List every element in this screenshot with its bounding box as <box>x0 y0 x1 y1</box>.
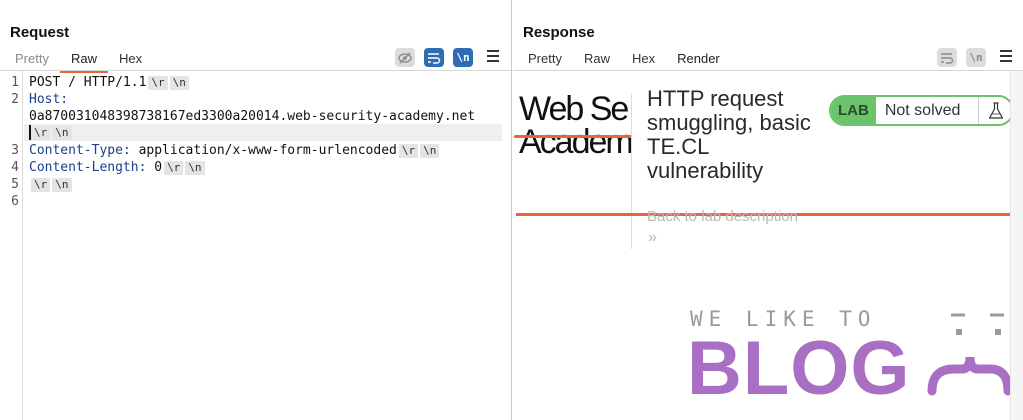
lab-status-text: Not solved <box>884 101 961 119</box>
response-show-newlines-button[interactable]: \n <box>966 48 986 67</box>
request-line-4[interactable]: Content-Length: 0 \r \n <box>29 160 205 175</box>
line-number: 3 <box>11 143 19 158</box>
burp-repeater-window: Request Pretty Raw Hex \n 1 2 3 4 5 6 PO… <box>0 0 1023 420</box>
request-line-5[interactable]: \r \n <box>29 177 72 192</box>
logo-line-2: Academ <box>519 123 631 161</box>
request-line-1[interactable]: POST / HTTP/1.1 \r \n <box>29 75 189 90</box>
current-line-highlight <box>24 124 502 141</box>
line-number: 4 <box>11 160 19 175</box>
request-line-2-crlf[interactable]: \r \n <box>29 125 72 140</box>
web-security-academy-logo: Web Se Academ <box>519 93 631 163</box>
request-line-2[interactable]: Host: <box>29 92 68 107</box>
eye-slash-icon <box>398 52 412 63</box>
lf-token: \n <box>169 76 189 90</box>
logo-underline <box>514 135 632 138</box>
wrap-lines-icon <box>428 52 441 64</box>
response-pane: Response Pretty Raw Hex Render \n Web Se… <box>513 0 1023 420</box>
smiley-face-icon <box>927 313 1010 396</box>
lf-token: \n <box>52 126 72 140</box>
show-newlines-button[interactable]: \n <box>453 48 473 67</box>
request-line-text: POST / HTTP/1.1 <box>29 75 147 90</box>
line-number: 1 <box>11 75 19 90</box>
line-number: 5 <box>11 177 19 192</box>
header-value: application/x-www-form-urlencoded <box>130 143 397 158</box>
line-number: 6 <box>11 194 19 209</box>
hide-nonprinting-button[interactable] <box>395 48 415 67</box>
header-separator <box>631 93 632 249</box>
logo-line-1: Web Se <box>519 93 629 128</box>
cr-token: \r <box>31 126 51 140</box>
request-pane: Request Pretty Raw Hex \n 1 2 3 4 5 6 PO… <box>0 0 512 420</box>
newline-icon: \n <box>969 51 983 64</box>
blog-banner-title: BLOG <box>687 326 911 411</box>
response-scrollbar[interactable] <box>1010 71 1023 420</box>
back-to-lab-link[interactable]: Back to lab description <box>647 208 798 225</box>
cr-token: \r <box>148 76 168 90</box>
lf-token: \n <box>185 161 205 175</box>
cr-token: \r <box>31 178 51 192</box>
request-title: Request <box>10 24 70 41</box>
wrap-lines-icon <box>941 52 954 64</box>
line-number-gutter <box>0 71 23 420</box>
request-menu-button[interactable] <box>487 50 499 62</box>
rendered-page: Web Se Academ HTTP request smuggling, ba… <box>513 71 1010 420</box>
request-tab-divider <box>0 70 511 71</box>
lab-status-badge: LAB Not solved <box>829 95 1010 126</box>
line-number: 2 <box>11 92 19 107</box>
request-line-3[interactable]: Content-Type: application/x-www-form-url… <box>29 143 440 158</box>
chevrons-icon: » <box>648 229 657 246</box>
flask-icon <box>978 97 1010 124</box>
header-value: 0a870031048398738167ed3300a20014.web-sec… <box>29 109 476 124</box>
newline-icon: \n <box>456 51 470 64</box>
header-value: 0 <box>146 160 163 175</box>
lf-token: \n <box>52 178 72 192</box>
response-wrap-lines-button[interactable] <box>937 48 957 67</box>
header-name: Host: <box>29 92 69 107</box>
request-line-2-wrap[interactable]: 0a870031048398738167ed3300a20014.web-sec… <box>29 109 475 124</box>
header-name: Content-Type: <box>29 143 131 158</box>
wrap-lines-button[interactable] <box>424 48 444 67</box>
cr-token: \r <box>398 144 419 158</box>
cr-token: \r <box>164 161 184 175</box>
lab-label: LAB <box>831 97 876 124</box>
response-menu-button[interactable] <box>1000 50 1012 62</box>
response-title: Response <box>523 24 595 41</box>
header-name: Content-Length: <box>29 160 147 175</box>
lf-token: \n <box>420 144 440 158</box>
lab-title: HTTP request smuggling, basic TE.CL vuln… <box>647 86 811 183</box>
